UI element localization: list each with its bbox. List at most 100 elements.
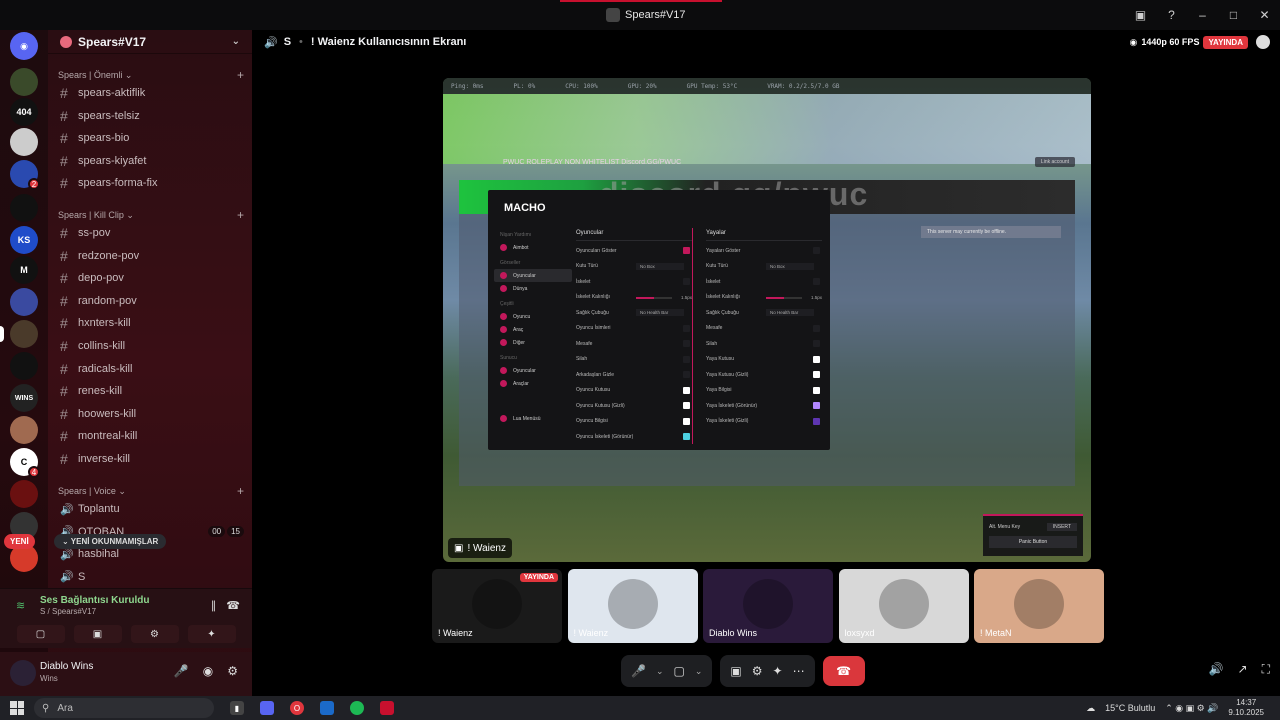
participant-tile[interactable]: ! Waienz (567, 569, 698, 643)
gear-icon[interactable]: ⚙ (227, 664, 238, 678)
screen-share-icon[interactable]: ▣ (730, 664, 741, 678)
channel-label: renes-kill (78, 385, 123, 398)
game-topbar: PWUC ROLEPLAY NON WHITELIST Discord.GG/P… (459, 154, 1075, 170)
help-icon[interactable]: ? (1156, 0, 1187, 30)
chat-icon[interactable] (1256, 35, 1270, 49)
server-icon-404[interactable]: 404 (10, 98, 38, 126)
fullscreen-icon[interactable]: ⛶ (1262, 662, 1270, 677)
headphones-icon[interactable]: ◉ (203, 664, 213, 678)
close-button[interactable]: ✕ (1249, 0, 1280, 30)
channel-item[interactable]: # montreal-kill (56, 426, 244, 446)
microphone-icon[interactable]: 🎤 (631, 664, 646, 678)
camera-off-icon[interactable]: ▢ (674, 664, 685, 678)
add-channel-icon[interactable]: + (237, 68, 244, 82)
activity-button[interactable]: ⚙ (130, 625, 179, 643)
category-header[interactable]: Spears | Önemli ⌄ + (58, 68, 244, 82)
server-icon[interactable] (10, 128, 38, 156)
spotify-icon[interactable] (350, 701, 364, 715)
channel-item[interactable]: # spears-kiyafet (56, 151, 244, 171)
category-header[interactable]: Spears | Voice ⌄ + (58, 484, 244, 498)
channel-item[interactable]: # ss-pov (56, 223, 244, 243)
channel-item[interactable]: # spears-aktiflik (56, 83, 244, 103)
channel-item[interactable]: # depo-pov (56, 268, 244, 288)
channel-item[interactable]: # renes-kill (56, 381, 244, 401)
menu-option-row: Silah (706, 336, 822, 352)
channel-item[interactable]: # hoowers-kill (56, 404, 244, 424)
server-header[interactable]: Spears#V17 ⌄ (48, 30, 252, 54)
server-icon[interactable] (10, 352, 38, 380)
server-icon[interactable] (10, 320, 38, 348)
server-icon[interactable] (10, 68, 38, 96)
option-checkbox (683, 402, 690, 410)
add-channel-icon[interactable]: + (237, 208, 244, 222)
discord-app-icon[interactable] (260, 701, 274, 715)
hash-icon: # (60, 107, 68, 124)
channel-item[interactable]: # redzone-pov (56, 246, 244, 266)
menu-item-label: Oyuncu (513, 313, 531, 320)
server-icon-wins[interactable]: WINS (10, 384, 38, 412)
windows-start-icon[interactable] (10, 701, 24, 715)
microphone-icon[interactable]: 🎤 (174, 664, 189, 678)
server-icon[interactable]: M (10, 256, 38, 284)
unread-pill[interactable]: ⌄ YENİ OKUNMAMIŞLAR (54, 534, 167, 549)
channel-item[interactable]: # random-pov (56, 291, 244, 311)
minimize-button[interactable]: – (1187, 0, 1218, 30)
server-icon-ks[interactable]: KS (10, 226, 38, 254)
voice-channel-item[interactable]: 🔊 S (56, 567, 244, 587)
menu-option-row: Yaya İskeleti (Gizli) (706, 414, 822, 430)
channel-item[interactable]: # hxnters-kill (56, 313, 244, 333)
channel-label: random-pov (78, 294, 137, 307)
chevron-down-icon[interactable]: ⌄ (695, 666, 703, 677)
leave-call-button[interactable]: ☎ (822, 656, 865, 686)
app-icon[interactable] (320, 701, 334, 715)
gamepad-icon[interactable]: ⚙ (752, 664, 763, 678)
weather-icon[interactable]: ☁ (1086, 703, 1095, 714)
server-icon[interactable] (10, 416, 38, 444)
search-input[interactable]: ⚲ Ara (34, 698, 214, 718)
category-header[interactable]: Spears | Kill Clip ⌄ + (58, 208, 244, 222)
voice-channel-path[interactable]: S / Spears#V17 (40, 607, 96, 616)
option-label: Yaya İskeleti (Görünür) (706, 402, 758, 409)
popout-icon[interactable]: ↗ (1238, 662, 1248, 677)
new-badge[interactable]: YENİ (4, 534, 35, 549)
channel-item[interactable]: # spears-bio (56, 128, 244, 148)
participant-tile[interactable]: ! MetaN (974, 569, 1104, 643)
avatar[interactable] (10, 660, 36, 686)
opera-icon[interactable]: O (290, 701, 304, 715)
soundboard-icon[interactable]: ✦ (773, 664, 783, 678)
username[interactable]: Diablo Wins (40, 661, 93, 672)
shared-screen[interactable]: Ping: 0ms PL: 0% CPU: 100% GPU: 20% GPU … (443, 78, 1091, 562)
channel-item[interactable]: # radicals-kill (56, 359, 244, 379)
tray-icons[interactable]: ⌃ ◉ ▣ ⚙ 🔊 (1165, 703, 1218, 714)
channel-label: spears-bio (78, 132, 130, 145)
task-view-icon[interactable]: ▮ (230, 701, 244, 715)
maximize-button[interactable]: □ (1218, 0, 1249, 30)
voice-channel-item[interactable]: 🔊 Toplantu (56, 499, 244, 519)
channel-item[interactable]: # collins-kill (56, 336, 244, 356)
add-channel-icon[interactable]: + (237, 484, 244, 498)
more-icon[interactable]: ⋯ (793, 664, 805, 678)
inbox-icon[interactable]: ▣ (1125, 0, 1156, 30)
clock[interactable]: 14:37 9.10.2025 (1228, 698, 1264, 718)
server-icon[interactable] (10, 288, 38, 316)
participant-tile[interactable]: ! Waienz YAYINDA (432, 569, 562, 643)
channel-item[interactable]: # spears-telsiz (56, 106, 244, 126)
screen-share-button[interactable]: ▣ (73, 625, 122, 643)
participant-tile[interactable]: Diablo Wins (703, 569, 833, 643)
server-icon[interactable] (10, 480, 38, 508)
noise-suppression-icon[interactable]: ∥ (211, 599, 217, 612)
camera-off-button[interactable]: ▢ (16, 625, 65, 643)
soundboard-button[interactable]: ✦ (187, 625, 236, 643)
server-icon-emergency[interactable] (10, 194, 38, 222)
chevron-down-icon[interactable]: ⌄ (656, 666, 664, 677)
option-label: Sağlık Çubuğu (706, 309, 739, 316)
channel-item[interactable]: # inverse-kill (56, 449, 244, 469)
channel-item[interactable]: # spears-forma-fix (56, 173, 244, 193)
discord-home-icon[interactable]: ◉ (10, 32, 38, 60)
volume-icon[interactable]: 🔊 (1209, 662, 1224, 677)
signal-icon[interactable]: ≋ (16, 599, 25, 612)
disconnect-icon[interactable]: ☎ (226, 599, 240, 612)
participant-tile[interactable]: loxsyxd (838, 569, 969, 643)
amd-icon[interactable] (380, 701, 394, 715)
user-panel: Diablo Wins Wins 🎤 ◉ ⚙ (0, 652, 252, 696)
